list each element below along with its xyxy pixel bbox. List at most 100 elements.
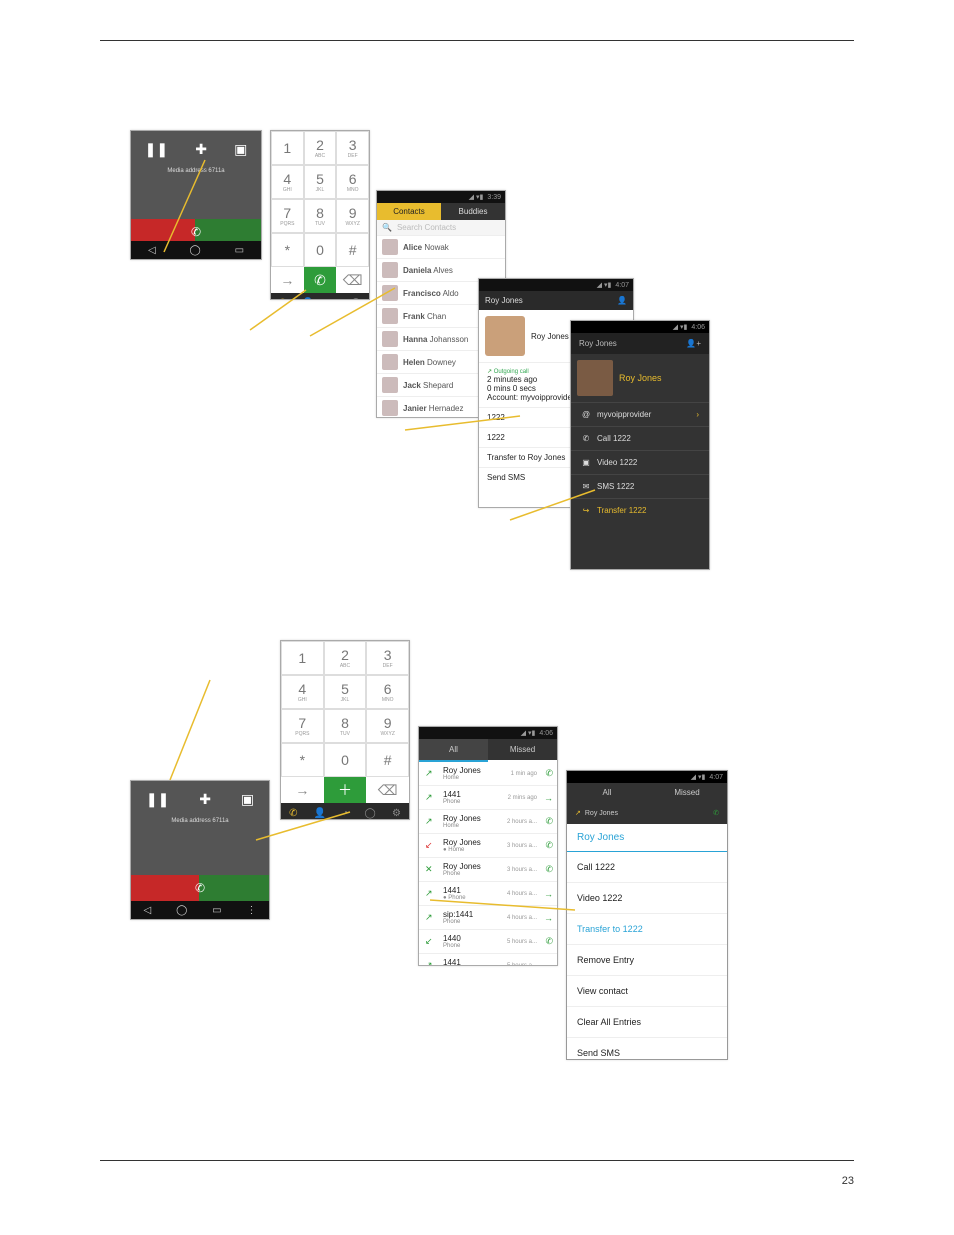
entry-action-icon[interactable]: →	[544, 913, 553, 923]
back-icon[interactable]: ◁	[148, 245, 156, 256]
nav-history-icon[interactable]: ◔	[342, 808, 348, 819]
action-video[interactable]: ▣Video 1222	[571, 450, 709, 474]
tab-all[interactable]: All	[419, 739, 488, 760]
search-icon: 🔍	[382, 223, 392, 232]
entry-action-icon[interactable]: ✆	[545, 816, 553, 827]
camera-icon[interactable]: ▣	[241, 791, 254, 808]
key-5[interactable]: 5JKL	[324, 675, 367, 709]
call-button[interactable]: ✆	[304, 267, 337, 293]
log-entry[interactable]: ↗ Roy JonesHome 2 hours a... ✆	[419, 810, 557, 834]
nav-chat-icon[interactable]: ◯	[365, 808, 376, 819]
key-0[interactable]: 0	[324, 743, 367, 777]
nav-chat-icon[interactable]: ◯	[350, 298, 361, 301]
key-hash[interactable]: #	[336, 233, 369, 267]
popup-call[interactable]: Call 1222	[567, 852, 727, 883]
backspace-icon[interactable]: ⌫	[336, 267, 369, 293]
popup-video[interactable]: Video 1222	[567, 883, 727, 914]
key-2[interactable]: 2ABC	[304, 131, 337, 165]
avatar	[382, 285, 398, 301]
tab-all[interactable]: All	[567, 783, 647, 802]
key-0[interactable]: 0	[304, 233, 337, 267]
menu-icon[interactable]: ⋮	[247, 905, 257, 916]
log-entry[interactable]: ✕ Roy JonesPhone 3 hours a... ✆	[419, 858, 557, 882]
key-star[interactable]: *	[271, 233, 304, 267]
action-call[interactable]: ✆Call 1222	[571, 426, 709, 450]
strip-call-icon[interactable]: ✆	[713, 809, 719, 817]
transfer-arrow-icon[interactable]: →	[271, 267, 304, 293]
key-8[interactable]: 8TUV	[324, 709, 367, 743]
popup-sms[interactable]: Send SMS	[567, 1038, 727, 1060]
key-1[interactable]: 1	[281, 641, 324, 675]
log-entry[interactable]: ↗ 1441Phone 2 mins ago →	[419, 786, 557, 810]
key-6[interactable]: 6MNO	[336, 165, 369, 199]
key-9[interactable]: 9WXYZ	[366, 709, 409, 743]
card-header: Roy Jones 👤	[479, 291, 633, 310]
key-3[interactable]: 3DEF	[366, 641, 409, 675]
key-3[interactable]: 3DEF	[336, 131, 369, 165]
log-entry[interactable]: ↗ Roy JonesHome 1 min ago ✆	[419, 762, 557, 786]
tab-buddies[interactable]: Buddies	[441, 203, 505, 220]
key-4[interactable]: 4GHI	[271, 165, 304, 199]
popup-clear[interactable]: Clear All Entries	[567, 1007, 727, 1038]
key-6[interactable]: 6MNO	[366, 675, 409, 709]
popup-transfer[interactable]: Transfer to 1222	[567, 914, 727, 945]
search-row[interactable]: 🔍 Search Contacts	[377, 220, 505, 236]
nav-phone-icon[interactable]: ✆	[289, 808, 297, 819]
entry-action-icon[interactable]: →	[544, 793, 553, 803]
log-entry[interactable]: ↗ sip:1441Phone 4 hours a... →	[419, 906, 557, 930]
key-8[interactable]: 8TUV	[304, 199, 337, 233]
recent-icon[interactable]: ▭	[235, 245, 244, 256]
entry-action-icon[interactable]: →	[544, 889, 553, 899]
nav-settings-icon[interactable]: ⚙	[392, 808, 401, 819]
entry-action-icon[interactable]: ✆	[545, 864, 553, 875]
key-5[interactable]: 5JKL	[304, 165, 337, 199]
tab-contacts[interactable]: Contacts	[377, 203, 441, 220]
transfer-arrow-icon[interactable]: →	[281, 777, 324, 803]
home-icon[interactable]: ◯	[190, 245, 201, 256]
plus-icon[interactable]: ✚	[199, 791, 211, 808]
answer-bar[interactable]	[199, 875, 269, 901]
nav-contacts-icon[interactable]: 👤	[314, 808, 326, 819]
nav-phone-icon[interactable]: ✆	[278, 298, 286, 301]
key-4[interactable]: 4GHI	[281, 675, 324, 709]
tab-missed[interactable]: Missed	[647, 783, 727, 802]
recent-icon[interactable]: ▭	[212, 905, 221, 916]
home-icon[interactable]: ◯	[176, 905, 187, 916]
contact-row[interactable]: Alice Nowak	[377, 236, 505, 259]
action-transfer[interactable]: ↪Transfer 1222	[571, 498, 709, 522]
popup-view[interactable]: View contact	[567, 976, 727, 1007]
log-entry[interactable]: ↙ Roy Jones● Home 3 hours a... ✆	[419, 834, 557, 858]
key-7[interactable]: 7PQRS	[281, 709, 324, 743]
log-entry[interactable]: ↗ 1441● Phone 4 hours a... →	[419, 882, 557, 906]
key-1[interactable]: 1	[271, 131, 304, 165]
provider-row[interactable]: @myvoipprovider›	[571, 402, 709, 426]
camera-icon[interactable]: ▣	[234, 141, 247, 158]
back-icon[interactable]: ◁	[143, 905, 151, 916]
popup-remove[interactable]: Remove Entry	[567, 945, 727, 976]
entry-action-icon[interactable]: ✆	[545, 768, 553, 779]
entry-action-icon[interactable]: ✆	[545, 840, 553, 851]
log-entry[interactable]: ↙ 1440Phone 5 hours a... ✆	[419, 930, 557, 954]
pause-icon[interactable]: ❚❚	[145, 141, 168, 158]
key-9[interactable]: 9WXYZ	[336, 199, 369, 233]
avatar	[382, 354, 398, 370]
incall-topicons: ❚❚ ✚ ▣	[131, 781, 269, 818]
key-7[interactable]: 7PQRS	[271, 199, 304, 233]
backspace-icon[interactable]: ⌫	[366, 777, 409, 803]
log-entry[interactable]: ↗ 1441Phone 5 hours a... →	[419, 954, 557, 966]
add-contact-icon[interactable]: 👤+	[686, 339, 701, 348]
key-star[interactable]: *	[281, 743, 324, 777]
add-call-button[interactable]: ＋	[324, 777, 367, 803]
nav-history-icon[interactable]: ◔	[329, 298, 335, 301]
action-sms[interactable]: ✉SMS 1222	[571, 474, 709, 498]
entry-action-icon[interactable]: →	[544, 961, 553, 967]
contact-icon[interactable]: 👤	[617, 296, 627, 305]
tab-missed[interactable]: Missed	[488, 739, 557, 760]
key-hash[interactable]: #	[366, 743, 409, 777]
nav-contacts-icon[interactable]: 👤	[302, 298, 314, 301]
key-2[interactable]: 2ABC	[324, 641, 367, 675]
plus-icon[interactable]: ✚	[195, 141, 207, 158]
entry-action-icon[interactable]: ✆	[545, 936, 553, 947]
pause-icon[interactable]: ❚❚	[146, 791, 169, 808]
hangup-bar[interactable]	[131, 875, 201, 901]
